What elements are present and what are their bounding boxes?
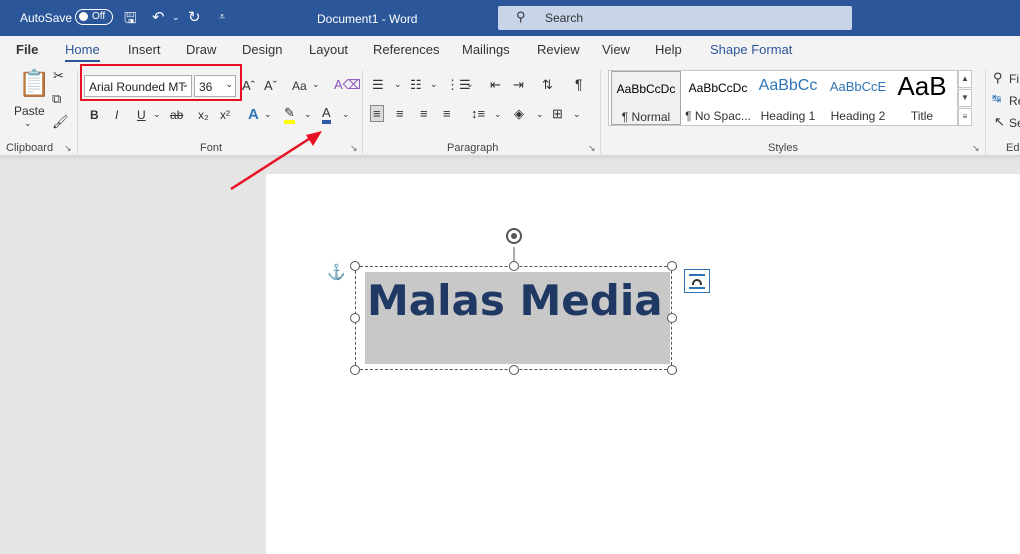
resize-handle[interactable] [509,365,519,375]
resize-handle[interactable] [350,261,360,271]
resize-handle[interactable] [350,313,360,323]
resize-handle[interactable] [667,313,677,323]
annotation-arrow [230,135,313,191]
annotation-arrowhead [306,131,322,146]
layout-options-icon[interactable] [684,269,710,293]
resize-handle[interactable] [350,365,360,375]
resize-handle[interactable] [509,261,519,271]
text-box-content[interactable]: Malas Media [367,276,663,325]
rotate-handle-dot [511,233,517,239]
resize-handle[interactable] [667,261,677,271]
text-box[interactable]: Malas Media [365,272,670,364]
anchor-icon: ⚓ [327,264,346,281]
resize-handle[interactable] [667,365,677,375]
